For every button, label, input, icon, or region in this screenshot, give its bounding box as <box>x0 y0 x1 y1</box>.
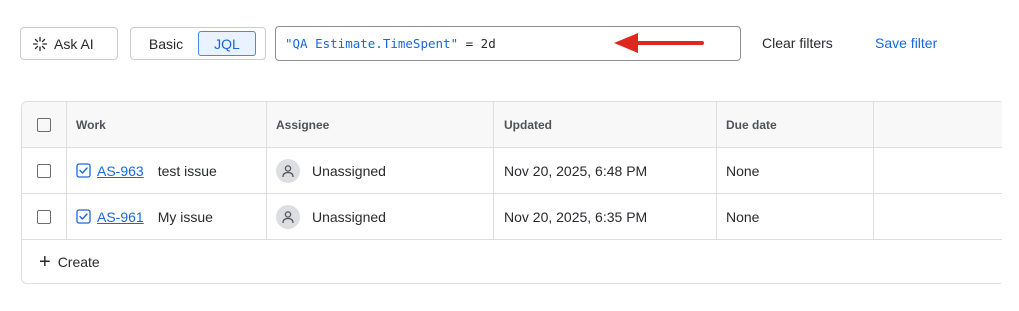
row-checkbox-cell <box>22 194 67 239</box>
sparkle-icon <box>32 36 48 51</box>
mode-jql-button[interactable]: JQL <box>198 31 256 56</box>
table-row[interactable]: AS-961 My issue Unassigned Nov 20, 2025,… <box>22 194 1002 240</box>
assignee-cell[interactable]: Unassigned <box>267 194 494 239</box>
due-date-cell[interactable]: None <box>717 194 874 239</box>
table-row[interactable]: AS-963 test issue Unassigned Nov 20, 202… <box>22 148 1002 194</box>
assignee-cell[interactable]: Unassigned <box>267 148 494 193</box>
empty-cell <box>874 148 1002 193</box>
search-mode-toggle: Basic JQL <box>130 27 266 60</box>
table-header-row: Work Assignee Updated Due date <box>22 102 1002 148</box>
issue-key-link[interactable]: AS-961 <box>97 209 144 225</box>
issue-key-link[interactable]: AS-963 <box>97 163 144 179</box>
column-header-empty <box>874 102 1002 147</box>
jql-value-token: 2d <box>480 36 496 51</box>
updated-cell: Nov 20, 2025, 6:48 PM <box>494 148 717 193</box>
avatar <box>276 158 300 183</box>
jql-field-token: "QA Estimate.TimeSpent" <box>285 36 459 51</box>
row-checkbox-cell <box>22 148 67 193</box>
work-cell: AS-963 test issue <box>67 148 267 193</box>
row-checkbox[interactable] <box>37 209 51 224</box>
ask-ai-label: Ask AI <box>54 35 94 52</box>
column-header-assignee[interactable]: Assignee <box>267 102 494 147</box>
avatar <box>276 204 300 229</box>
create-button[interactable]: + Create <box>22 240 100 284</box>
clear-filters-button[interactable]: Clear filters <box>762 35 833 51</box>
select-all-checkbox[interactable] <box>37 117 51 132</box>
task-checkbox-icon <box>76 209 91 224</box>
column-header-due-date[interactable]: Due date <box>717 102 874 147</box>
task-checkbox-icon <box>76 163 91 178</box>
save-filter-link[interactable]: Save filter <box>875 35 937 51</box>
ask-ai-button[interactable]: Ask AI <box>20 27 118 60</box>
empty-cell <box>874 194 1002 239</box>
assignee-name: Unassigned <box>312 208 386 225</box>
assignee-name: Unassigned <box>312 162 386 179</box>
person-icon <box>282 210 294 223</box>
jql-operator-token: = <box>458 36 481 51</box>
column-header-work[interactable]: Work <box>67 102 267 147</box>
arrow-left-icon <box>614 33 704 53</box>
mode-basic-button[interactable]: Basic <box>134 31 198 56</box>
column-header-updated[interactable]: Updated <box>494 102 717 147</box>
issue-summary[interactable]: My issue <box>158 209 213 225</box>
work-cell: AS-961 My issue <box>67 194 267 239</box>
row-checkbox[interactable] <box>37 163 51 178</box>
due-date-cell[interactable]: None <box>717 148 874 193</box>
plus-icon: + <box>39 251 51 273</box>
updated-cell: Nov 20, 2025, 6:35 PM <box>494 194 717 239</box>
person-icon <box>282 164 294 177</box>
issue-summary[interactable]: test issue <box>158 163 217 179</box>
create-label: Create <box>57 254 100 270</box>
issues-table: Work Assignee Updated Due date AS-963 te… <box>21 101 1002 284</box>
header-checkbox-cell <box>22 102 67 147</box>
